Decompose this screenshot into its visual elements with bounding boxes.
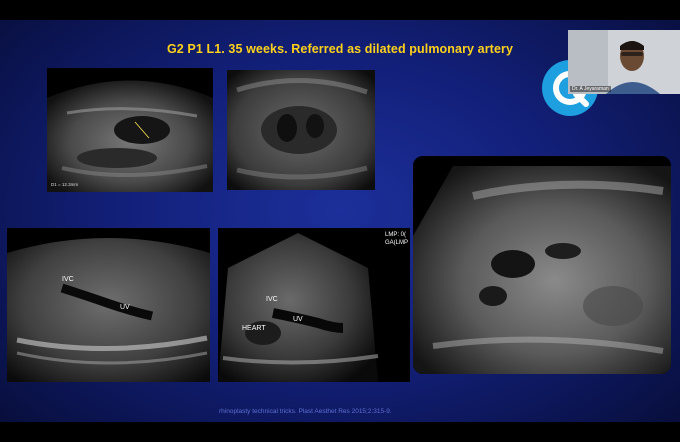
uv-label: UV bbox=[293, 316, 303, 323]
ga-label: GA(LMP bbox=[385, 240, 409, 246]
heart-label: HEART bbox=[242, 325, 266, 332]
ultrasound-image-1: D1 = 12.3mm bbox=[47, 68, 213, 192]
bottom-bar bbox=[0, 422, 680, 442]
ivc-label: IVC bbox=[62, 276, 74, 283]
lmp-label: LMP: 0( bbox=[385, 232, 407, 238]
ultrasound-image-5: LMP: 0( GA(LMP IVC HEART UV bbox=[218, 228, 410, 382]
measurement-label: D1 = 12.3mm bbox=[51, 182, 79, 187]
slide-footnote: rhinoplasty technical tricks. Plast Aest… bbox=[219, 408, 392, 415]
ultrasound-image-4: IVC UV bbox=[7, 228, 210, 382]
participant-name: Dr. A Jeyaraman bbox=[570, 86, 611, 92]
webcam-video: Dr. A Jeyaraman bbox=[568, 30, 680, 94]
ultrasound-image-3 bbox=[413, 156, 671, 374]
ultrasound-image-2 bbox=[227, 70, 375, 190]
uv-label: UV bbox=[120, 304, 130, 311]
ivc-label: IVC bbox=[266, 296, 278, 303]
